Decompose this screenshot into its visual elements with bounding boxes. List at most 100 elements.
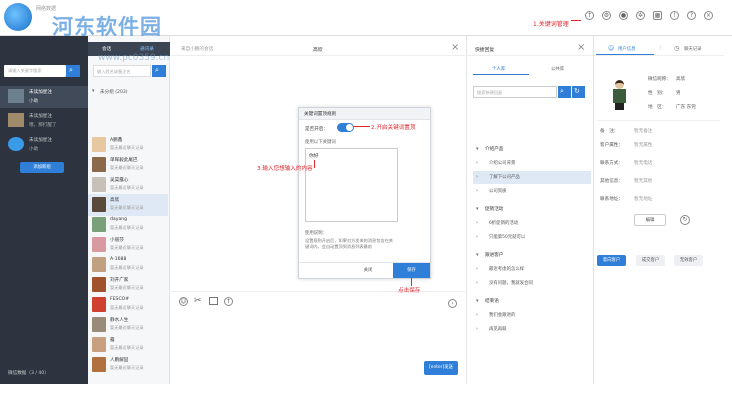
gear-icon[interactable]: ⚙ [602, 11, 611, 20]
scissors-icon[interactable]: ✂ [194, 296, 202, 306]
invalid-customer-button[interactable]: 无效客户 [674, 255, 703, 266]
contacts-search-input[interactable]: 输入姓名或备注名 [93, 65, 151, 77]
contact-item[interactable]: 吴昊露心 暂无最近聊天记录 [88, 174, 168, 196]
qr-group-header[interactable]: ▾ 促销活动 [473, 203, 591, 216]
help-icon[interactable]: ? [687, 11, 696, 20]
qr-item[interactable]: › 我们会跟进的 [473, 309, 591, 322]
profile-panel: ☺ 用户信息 | ◷ 聊天记录 微信昵称： 高欣 性 别： 男 地 区： 广东 … [593, 36, 724, 384]
tab-personal[interactable]: 个人库 [473, 62, 529, 75]
qr-search-button[interactable]: ⌕ [558, 86, 571, 98]
contact-item[interactable]: 刘开广家 暂无最近聊天记录 [88, 274, 168, 296]
dialog-title-bar: 关键词置顶规则 [299, 108, 430, 120]
qr-close-icon[interactable]: × [577, 42, 585, 53]
qr-group-header[interactable]: ▾ 介绍产品 [473, 143, 591, 156]
chevron-right-icon[interactable]: › [448, 299, 457, 308]
eye-icon[interactable]: ● [619, 11, 628, 20]
note-text: 设置规则开启后，如果对方发来的消息包含在关键词内，会自动置顶到消息列表最前 [305, 238, 393, 249]
contact-name: 高欣 [110, 198, 120, 203]
cloud-upload-icon[interactable]: ↑ [224, 297, 233, 306]
chat-tools: ☺ ✂ ↑ [179, 296, 259, 309]
attribute-value[interactable]: 暂无属性 [634, 142, 652, 148]
left-search[interactable]: 请输入关键字搜索 [4, 65, 66, 77]
qr-item[interactable]: › 没有问题，我就发合同 [473, 277, 591, 290]
search-icon: ⌕ [155, 66, 159, 74]
left-item-title: 未读加星注 [29, 114, 52, 119]
contact-status: 暂无最近聊天记录 [110, 305, 144, 310]
tab-public[interactable]: 公共库 [551, 66, 564, 72]
left-search-button[interactable]: ⌕ [66, 65, 80, 77]
qr-item[interactable]: › 公司资质 [473, 185, 591, 198]
qr-search-input[interactable]: 搜索快捷回复 [473, 86, 557, 98]
address-value[interactable]: 暂无地址 [634, 196, 652, 202]
refresh-icon: ↻ [574, 87, 580, 95]
refresh-icon[interactable]: ↻ [680, 215, 690, 225]
qr-group-header[interactable]: ▾ 跟进客户 [473, 249, 591, 262]
contact-name: 小丽莎 [110, 238, 124, 243]
contact-item[interactable]: A-1688 暂无最近聊天记录 [88, 254, 168, 276]
qr-item-label: 我们会跟进的 [489, 313, 516, 318]
emoji-icon[interactable]: ☺ [179, 297, 188, 306]
other-value[interactable]: 暂无其他 [634, 178, 652, 184]
sparkle-icon[interactable]: ✲ [636, 11, 645, 20]
left-item[interactable]: 未读加星注 哦，那打醒了 [0, 110, 88, 132]
avatar [92, 237, 106, 252]
remark-value[interactable]: 暂无备注 [634, 128, 652, 134]
contact-item[interactable]: 高欣 暂无最近聊天记录 [88, 194, 168, 216]
contact-item[interactable]: 露暂无最近聊天记录 [88, 334, 168, 356]
clock-upload-icon[interactable]: ↑ [585, 11, 594, 20]
qr-item[interactable]: › 了解下公司产品 [473, 171, 591, 184]
nickname-label: 微信昵称： [648, 77, 671, 82]
contact-item[interactable]: A鹏鑫 暂无最近聊天记录 [88, 134, 168, 156]
keyword-textarea[interactable]: 你好 [305, 148, 398, 222]
image-icon[interactable] [209, 297, 218, 305]
deal-customer-button[interactable]: 成交客户 [636, 255, 665, 266]
contact-item[interactable]: dayang 暂无最近聊天记录 [88, 214, 168, 236]
dialog-close-button[interactable]: 关闭 [353, 265, 383, 276]
tab-user-info[interactable]: ☺ 用户信息 [596, 42, 654, 55]
toggle-knob [346, 124, 353, 131]
chevron-right-icon: › [476, 220, 478, 226]
qr-refresh-button[interactable]: ↻ [572, 86, 585, 98]
send-button[interactable]: [enter]发送 [424, 361, 458, 375]
tab-contacts[interactable]: 通讯录 [140, 46, 154, 52]
contact-item[interactable]: 小丽莎 暂无最近聊天记录 [88, 234, 168, 256]
avatar-legs [615, 103, 624, 110]
tab-history[interactable]: 聊天记录 [684, 46, 702, 52]
qr-item[interactable]: › 最近考虑的怎么样 [473, 263, 591, 276]
left-item[interactable]: 未读加星注 小助 [0, 134, 88, 156]
add-group-button[interactable]: 添加新组 [20, 162, 64, 173]
contact-item[interactable]: 人鹏解囧 暂无最近聊天记录 [88, 354, 168, 376]
qr-item[interactable]: › 6折促销的活动 [473, 217, 591, 230]
contact-item[interactable]: FESCO# 暂无最近聊天记录 [88, 294, 168, 316]
close-icon[interactable]: × [704, 11, 713, 20]
chat-close-icon[interactable]: × [451, 42, 459, 53]
qr-item[interactable]: › 再见再联 [473, 323, 591, 336]
contact-value[interactable]: 暂无电话 [634, 160, 652, 166]
contact-item[interactable]: 单晖毅此尾巴 暂无最近聊天记录 [88, 154, 168, 176]
chat-tab-label[interactable]: 来自小鹏的会话 [181, 46, 213, 52]
left-item[interactable]: 未读加星注 小助 [0, 86, 88, 108]
qr-group-header[interactable]: ▾ 结束语 [473, 295, 591, 308]
contact-status: 暂无最近聊天记录 [110, 165, 144, 170]
avatar [92, 217, 106, 232]
edit-button[interactable]: 编辑 [634, 214, 666, 226]
group-header[interactable]: ▾ 未分组 (203) [91, 88, 167, 98]
dialog-save-button[interactable]: 保存 [393, 263, 430, 278]
tab-personal-label: 个人库 [492, 67, 506, 72]
chevron-right-icon: › [476, 326, 478, 332]
profile-tabs: ☺ 用户信息 | ◷ 聊天记录 [594, 42, 724, 56]
contact-item[interactable]: 静水人生 暂无最近聊天记录 [88, 314, 168, 336]
dialog-title: 关键词置顶规则 [304, 112, 337, 117]
intent-customer-button[interactable]: 意向客户 [597, 255, 626, 266]
qr-item[interactable]: › 介绍公司背景 [473, 157, 591, 170]
avatar [92, 277, 106, 292]
info-icon[interactable]: ! [670, 11, 679, 20]
contacts-search-button[interactable]: ⌕ [152, 65, 166, 77]
avatar [8, 113, 24, 127]
profile-divider [598, 120, 720, 121]
enable-toggle[interactable] [337, 123, 354, 132]
grid-icon[interactable]: ▦ [653, 11, 662, 20]
tab-chat[interactable]: 会话 [102, 46, 111, 52]
chevron-right-icon: › [476, 280, 478, 286]
qr-item[interactable]: › 只能第50元就可以 [473, 231, 591, 244]
